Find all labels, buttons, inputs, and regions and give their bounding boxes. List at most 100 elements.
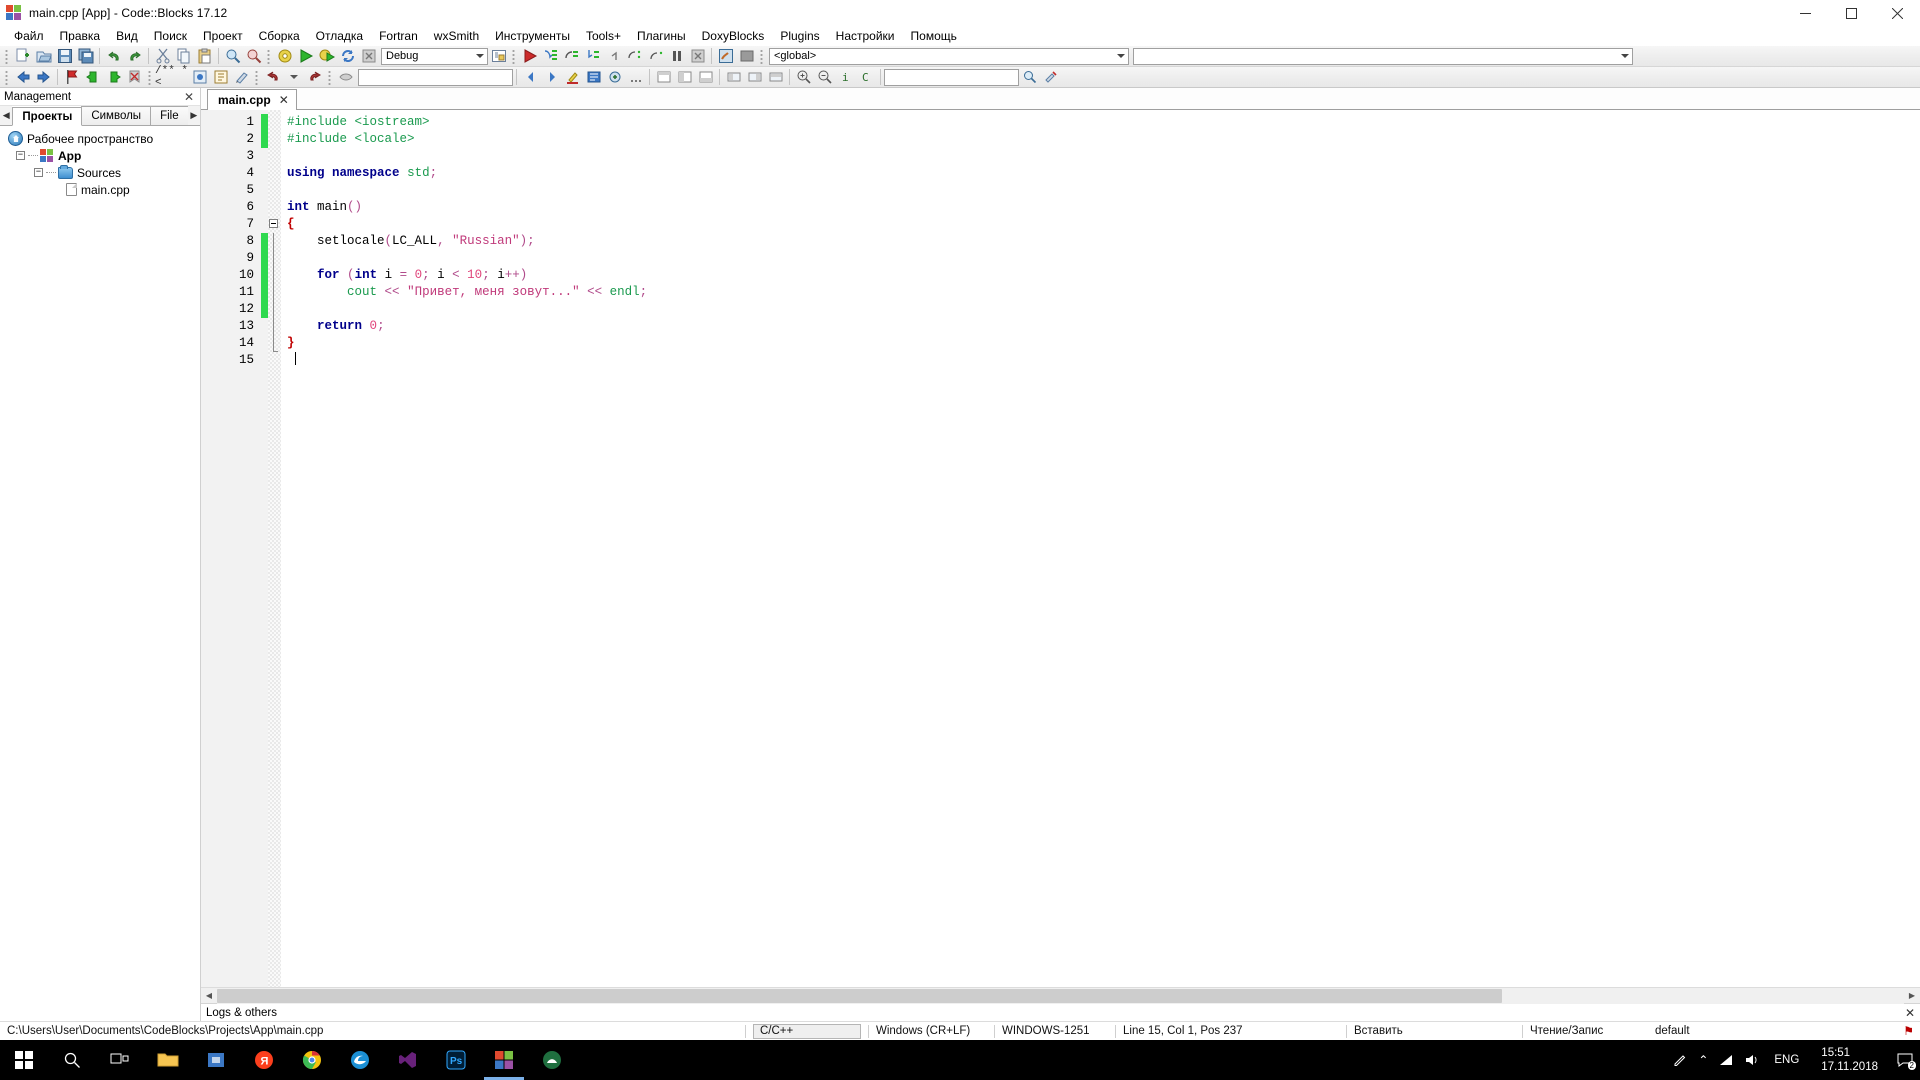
code-line[interactable]: #include <iostream> (281, 114, 1920, 131)
back-icon[interactable] (12, 68, 33, 87)
more-icon[interactable] (625, 68, 646, 87)
fold-cell[interactable] (268, 148, 281, 165)
fold-cell[interactable] (268, 199, 281, 216)
code-line[interactable]: using namespace std; (281, 165, 1920, 182)
menu-debug[interactable]: Отладка (308, 26, 371, 46)
doxyblocks-comment-icon[interactable]: /** *< (155, 65, 189, 89)
menu-search[interactable]: Поиск (146, 26, 195, 46)
new-file-icon[interactable] (12, 47, 33, 66)
cut-icon[interactable] (152, 47, 173, 66)
doxyblocks-config-icon[interactable] (210, 68, 231, 87)
code-line[interactable] (281, 352, 1920, 369)
wxsmith-2-icon[interactable] (744, 68, 765, 87)
highlight-icon[interactable] (562, 68, 583, 87)
debug-step-into-icon[interactable] (582, 47, 603, 66)
various-info-icon[interactable] (736, 47, 757, 66)
code-text[interactable]: #include <iostream> #include <locale> usi… (281, 110, 1920, 987)
maximize-button[interactable] (1828, 0, 1874, 26)
code-line[interactable]: { (281, 216, 1920, 233)
code-line[interactable]: } (281, 335, 1920, 352)
menu-tools[interactable]: Инструменты (487, 26, 578, 46)
tab-scroll-left-icon[interactable]: ◀ (0, 106, 13, 125)
open-file-icon[interactable] (33, 47, 54, 66)
menu-settings[interactable]: Настройки (828, 26, 903, 46)
menu-edit[interactable]: Правка (52, 26, 109, 46)
copy-icon[interactable] (173, 47, 194, 66)
start-button[interactable] (0, 1040, 48, 1080)
code-line[interactable] (281, 301, 1920, 318)
jump-dropdown-icon[interactable] (283, 68, 304, 87)
tree-node-project[interactable]: − App (4, 147, 200, 164)
tree-node-file[interactable]: main.cpp (4, 181, 200, 198)
zoom-out-icon[interactable] (814, 68, 835, 87)
taskbar-codeblocks-icon[interactable] (480, 1040, 528, 1080)
jump-forward-icon[interactable] (304, 68, 325, 87)
menu-project[interactable]: Проект (195, 26, 251, 46)
taskbar-yandex-icon[interactable]: Я (240, 1040, 288, 1080)
build-target-select[interactable]: Debug (381, 47, 488, 65)
doxy-toolbar-grip[interactable] (147, 68, 153, 86)
fortran-search-icon[interactable] (1019, 68, 1040, 87)
editor-tab-main-cpp[interactable]: main.cpp ✕ (207, 89, 297, 110)
browse-tracker-select[interactable] (358, 68, 513, 86)
editor-viewport[interactable]: 1 2 3 4 5 6 7 8 9 10 11 12 13 14 15 #include <iostream… (201, 110, 1920, 987)
menu-wxsmith[interactable]: wxSmith (426, 26, 487, 46)
debug-stop-icon[interactable] (687, 47, 708, 66)
fold-collapse-icon[interactable] (269, 219, 278, 228)
fortran-info-icon[interactable]: i (835, 68, 856, 87)
debug-toolbar-grip[interactable] (511, 47, 517, 65)
code-line[interactable]: #include <locale> (281, 131, 1920, 148)
volume-icon[interactable] (1744, 1053, 1760, 1067)
build-toolbar-grip[interactable] (266, 47, 272, 65)
zoom-in-icon[interactable] (793, 68, 814, 87)
clock[interactable]: 15:51 17.11.2018 (1813, 1046, 1886, 1074)
taskbar-visual-studio-icon[interactable] (384, 1040, 432, 1080)
fold-cell[interactable] (268, 233, 281, 250)
forward-nav-icon[interactable] (541, 68, 562, 87)
tools-plus-2-icon[interactable] (674, 68, 695, 87)
code-line[interactable]: return 0; (281, 318, 1920, 335)
close-icon[interactable]: ✕ (279, 93, 289, 107)
debug-next-instruction-icon[interactable] (624, 47, 645, 66)
menu-plugins-ru[interactable]: Плагины (629, 26, 694, 46)
minimize-button[interactable] (1782, 0, 1828, 26)
chevron-up-icon[interactable]: ⌃ (1698, 1053, 1708, 1067)
abort-build-icon[interactable] (358, 47, 379, 66)
fold-cell[interactable] (268, 216, 281, 233)
menu-doxyblocks[interactable]: DoxyBlocks (694, 26, 773, 46)
tab-scroll-right-icon[interactable]: ▶ (187, 106, 200, 125)
taskbar-app-icon[interactable] (528, 1040, 576, 1080)
fold-cell[interactable] (268, 165, 281, 182)
run-icon[interactable] (295, 47, 316, 66)
build-icon[interactable] (274, 47, 295, 66)
fortran-search-input[interactable] (884, 68, 1019, 86)
symbol-browser-icon[interactable] (583, 68, 604, 87)
fold-cell[interactable] (268, 267, 281, 284)
menu-tools-plus[interactable]: Tools+ (578, 26, 629, 46)
debug-next-line-icon[interactable] (561, 47, 582, 66)
find-icon[interactable] (222, 47, 243, 66)
browse-tracker-icon[interactable] (335, 68, 356, 87)
taskbar-chrome-icon[interactable] (288, 1040, 336, 1080)
menu-build[interactable]: Сборка (251, 26, 308, 46)
editor-horizontal-scrollbar[interactable]: ◀ ▶ (201, 987, 1920, 1004)
scroll-track[interactable] (217, 987, 1904, 1004)
redo-icon[interactable] (124, 47, 145, 66)
code-line[interactable] (281, 250, 1920, 267)
code-line[interactable]: setlocale(LC_ALL, "Russian"); (281, 233, 1920, 250)
taskbar-search-icon[interactable] (48, 1040, 96, 1080)
code-line[interactable]: for (int i = 0; i < 10; i++) (281, 267, 1920, 284)
fold-margin[interactable] (268, 110, 281, 987)
undo-toolbar-grip[interactable] (254, 68, 260, 86)
tree-node-workspace[interactable]: Рабочее пространство (4, 130, 200, 147)
menu-plugins[interactable]: Plugins (772, 26, 827, 46)
scope-toolbar-grip[interactable] (759, 47, 765, 65)
debug-step-out-icon[interactable] (603, 47, 624, 66)
debug-run-to-cursor-icon[interactable] (540, 47, 561, 66)
doxyblocks-run-icon[interactable] (189, 68, 210, 87)
tab-projects[interactable]: Проекты (12, 107, 83, 126)
code-line[interactable]: int main() (281, 199, 1920, 216)
browse-toolbar-grip[interactable] (327, 68, 333, 86)
close-button[interactable] (1874, 0, 1920, 26)
wxsmith-1-icon[interactable] (723, 68, 744, 87)
